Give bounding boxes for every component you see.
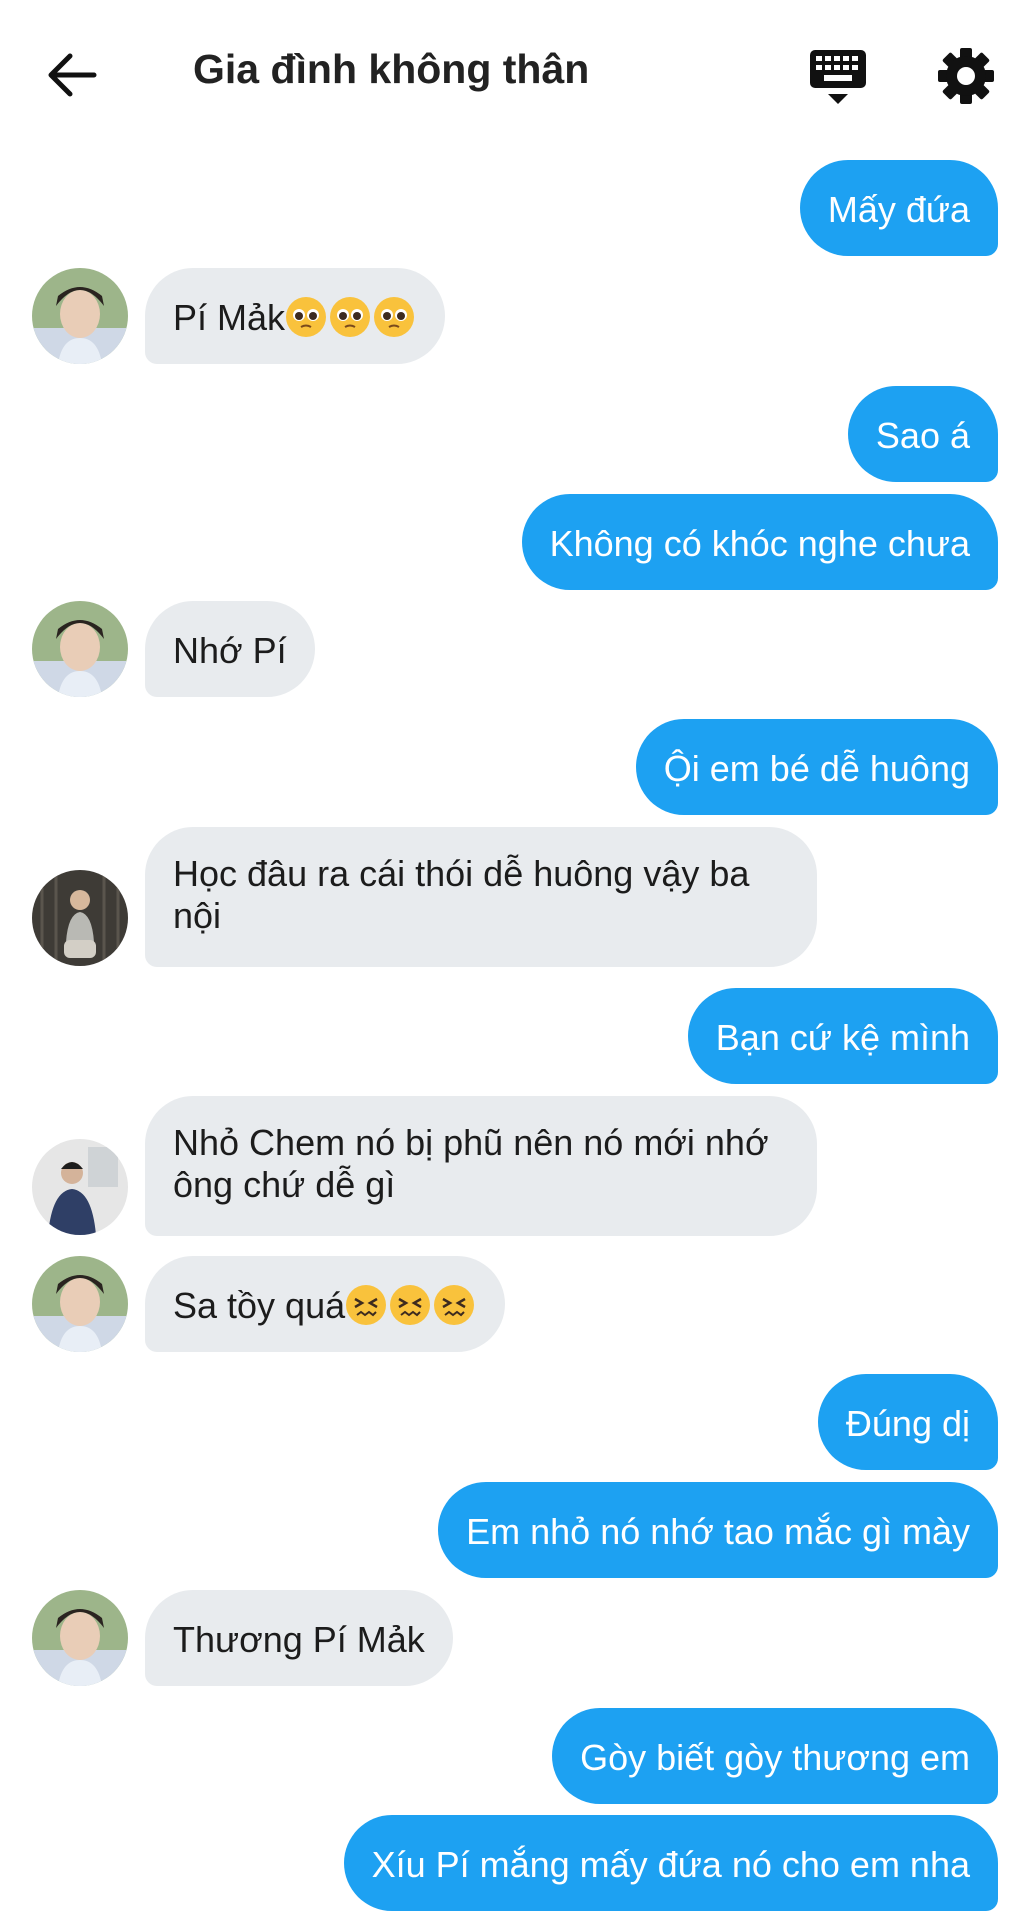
message-bubble: Mấy đứa bbox=[799, 160, 998, 256]
message-text: Nhỏ Chem nó bị phũ nên nó mới nhớ ông ch… bbox=[173, 1122, 769, 1205]
message-text: Ội em bé dễ huông bbox=[663, 748, 970, 789]
confounded-face-emoji-icon bbox=[390, 1285, 431, 1325]
message-text: Nhớ Pí bbox=[173, 630, 287, 671]
incoming-message[interactable]: Sa tồy quá bbox=[145, 1256, 506, 1352]
message-bubble: Em nhỏ nó nhớ tao mắc gì mày bbox=[438, 1482, 998, 1578]
message-bubble: Thương Pí Mảk bbox=[145, 1590, 453, 1686]
message-text: Bạn cứ kệ mình bbox=[715, 1017, 970, 1058]
outgoing-message[interactable]: Sao á bbox=[847, 386, 998, 482]
outgoing-message[interactable]: Gòy biết gòy thương em bbox=[552, 1708, 998, 1804]
message-text: Đúng dị bbox=[845, 1403, 970, 1444]
incoming-message[interactable]: Học đâu ra cái thói dễ huông vậy ba nội bbox=[145, 827, 817, 967]
confounded-face-emoji-icon bbox=[434, 1285, 475, 1325]
message-bubble: Xíu Pí mắng mấy đứa nó cho em nha bbox=[343, 1815, 998, 1911]
message-text: Sa tồy quá bbox=[173, 1285, 346, 1326]
settings-gear-icon[interactable] bbox=[936, 46, 996, 106]
outgoing-message[interactable]: Bạn cứ kệ mình bbox=[687, 988, 998, 1084]
outgoing-message[interactable]: Không có khóc nghe chưa bbox=[521, 494, 998, 590]
message-list[interactable]: Mấy đứa Pí Mảk Sao á Không có khóc nghe … bbox=[0, 150, 1031, 1920]
keyboard-icon[interactable] bbox=[806, 46, 870, 106]
message-bubble: Pí Mảk bbox=[145, 268, 446, 364]
outgoing-message[interactable]: Mấy đứa bbox=[799, 160, 998, 256]
incoming-message[interactable]: Nhỏ Chem nó bị phũ nên nó mới nhớ ông ch… bbox=[145, 1096, 817, 1236]
outgoing-message[interactable]: Ội em bé dễ huông bbox=[635, 719, 998, 815]
message-bubble: Gòy biết gòy thương em bbox=[552, 1708, 998, 1804]
message-bubble: Học đâu ra cái thói dễ huông vậy ba nội bbox=[145, 827, 817, 967]
avatar[interactable] bbox=[32, 1139, 128, 1235]
outgoing-message[interactable]: Xíu Pí mắng mấy đứa nó cho em nha bbox=[343, 1815, 998, 1911]
message-bubble: Sa tồy quá bbox=[145, 1256, 506, 1352]
message-bubble: Không có khóc nghe chưa bbox=[521, 494, 998, 590]
message-text: Xíu Pí mắng mấy đứa nó cho em nha bbox=[371, 1844, 970, 1885]
message-text: Gòy biết gòy thương em bbox=[580, 1737, 970, 1778]
outgoing-message[interactable]: Đúng dị bbox=[817, 1374, 998, 1470]
avatar[interactable] bbox=[32, 601, 128, 697]
avatar[interactable] bbox=[32, 1590, 128, 1686]
message-text: Mấy đứa bbox=[827, 189, 970, 230]
avatar[interactable] bbox=[32, 870, 128, 966]
incoming-message[interactable]: Nhớ Pí bbox=[145, 601, 315, 697]
message-text: Sao á bbox=[875, 415, 970, 456]
message-bubble: Nhỏ Chem nó bị phũ nên nó mới nhớ ông ch… bbox=[145, 1096, 817, 1236]
confounded-face-emoji-icon bbox=[346, 1285, 387, 1325]
conversation-title: Gia đình không thân bbox=[193, 46, 590, 92]
pleading-face-emoji-icon bbox=[286, 297, 327, 337]
avatar[interactable] bbox=[32, 1256, 128, 1352]
back-arrow-icon[interactable] bbox=[44, 48, 104, 102]
outgoing-message[interactable]: Em nhỏ nó nhớ tao mắc gì mày bbox=[438, 1482, 998, 1578]
message-text: Học đâu ra cái thói dễ huông vậy ba nội bbox=[173, 853, 750, 936]
incoming-message[interactable]: Pí Mảk bbox=[145, 268, 446, 364]
pleading-face-emoji-icon bbox=[374, 297, 415, 337]
message-bubble: Bạn cứ kệ mình bbox=[687, 988, 998, 1084]
message-text: Không có khóc nghe chưa bbox=[549, 523, 970, 564]
avatar[interactable] bbox=[32, 268, 128, 364]
message-bubble: Sao á bbox=[847, 386, 998, 482]
message-bubble: Nhớ Pí bbox=[145, 601, 315, 697]
message-bubble: Ội em bé dễ huông bbox=[635, 719, 998, 815]
message-text: Em nhỏ nó nhớ tao mắc gì mày bbox=[466, 1511, 970, 1552]
message-text: Thương Pí Mảk bbox=[173, 1619, 425, 1660]
message-text: Pí Mảk bbox=[173, 297, 286, 338]
message-bubble: Đúng dị bbox=[817, 1374, 998, 1470]
pleading-face-emoji-icon bbox=[330, 297, 371, 337]
chat-header: Gia đình không thân bbox=[0, 0, 1031, 150]
incoming-message[interactable]: Thương Pí Mảk bbox=[145, 1590, 453, 1686]
